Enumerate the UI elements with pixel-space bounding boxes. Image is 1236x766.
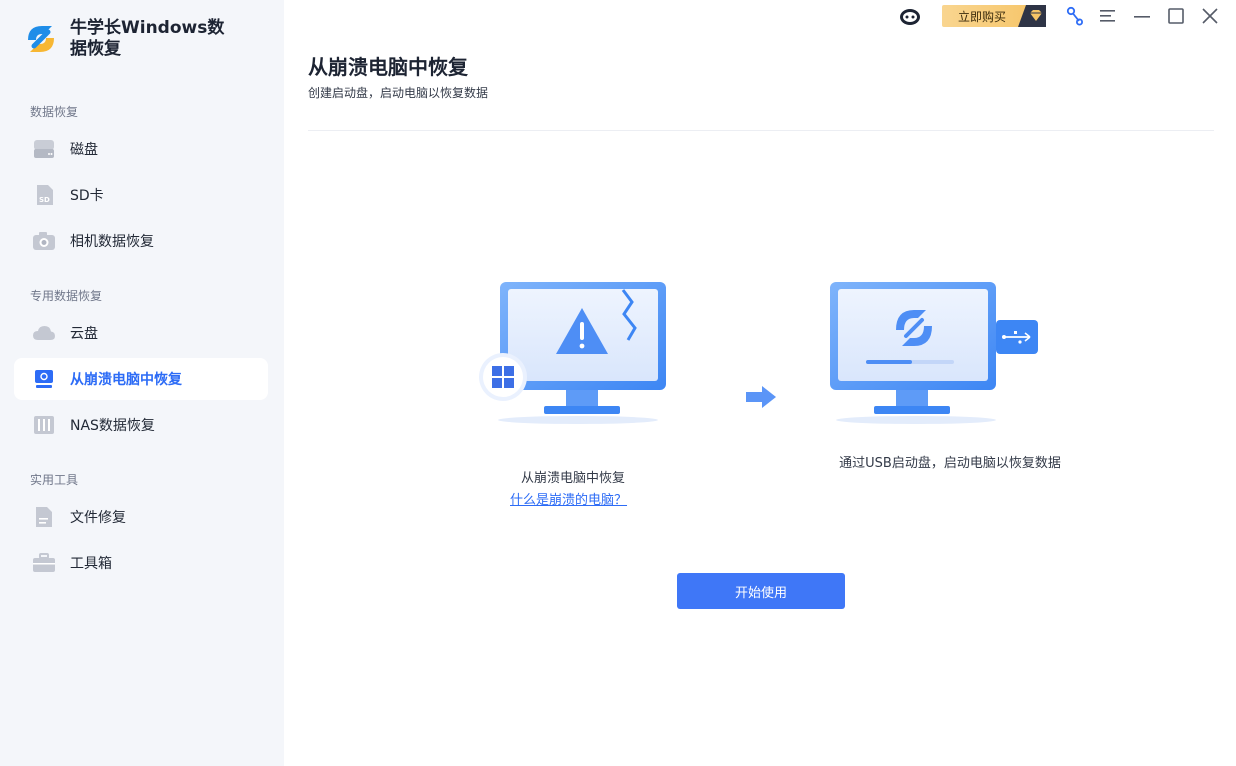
sidebar-item-label: 文件修复 [70, 510, 126, 526]
key-icon[interactable] [1062, 4, 1086, 28]
close-icon[interactable] [1198, 4, 1222, 28]
titlebar: 立即购买 [898, 4, 1222, 28]
diamond-icon [1018, 5, 1046, 27]
arrow-right-icon [746, 386, 776, 408]
sidebar-item-label: 相机数据恢复 [70, 234, 154, 250]
file-repair-icon [32, 505, 56, 529]
cloud-icon [32, 321, 56, 345]
nas-icon [32, 413, 56, 437]
sidebar-item-file-repair[interactable]: 文件修复 [14, 496, 268, 538]
crashed-computer-icon [32, 367, 56, 391]
camera-icon [32, 229, 56, 253]
buy-now-button[interactable]: 立即购买 [942, 5, 1046, 27]
usb-boot-computer-illustration-icon [830, 282, 1038, 424]
app-name: 牛学长Windows数据恢复 [70, 18, 225, 59]
sidebar-item-label: 从崩溃电脑中恢复 [70, 372, 182, 388]
step2-caption: 通过USB启动盘，启动电脑以恢复数据 [839, 456, 1061, 471]
header-divider [308, 130, 1214, 131]
step1-caption: 从崩溃电脑中恢复 [520, 471, 625, 486]
sidebar-item-camera[interactable]: 相机数据恢复 [14, 220, 268, 262]
page-subtitle: 创建启动盘，启动电脑以恢复数据 [308, 86, 489, 100]
sidebar: 牛学长Windows数据恢复 数据恢复 磁盘 SD SD卡 相机数据恢复 专用数… [0, 0, 284, 766]
page-title: 从崩溃电脑中恢复 [308, 55, 468, 79]
sidebar-item-label: 磁盘 [70, 142, 98, 158]
support-robot-icon[interactable] [898, 4, 922, 28]
section-title-special-recovery: 专用数据恢复 [30, 289, 103, 303]
sidebar-item-label: NAS数据恢复 [70, 418, 155, 434]
sidebar-item-cloud[interactable]: 云盘 [14, 312, 268, 354]
sidebar-item-label: 云盘 [70, 326, 98, 342]
maximize-icon[interactable] [1164, 4, 1188, 28]
what-is-crashed-computer-link[interactable]: 什么是崩溃的电脑？ [510, 489, 627, 508]
disk-icon [32, 137, 56, 161]
svg-text:SD: SD [39, 196, 50, 204]
sd-card-icon: SD [32, 183, 56, 207]
sidebar-item-crashed-computer[interactable]: 从崩溃电脑中恢复 [14, 358, 268, 400]
sidebar-item-sd-card[interactable]: SD SD卡 [14, 174, 268, 216]
toolbox-icon [32, 551, 56, 575]
buy-now-label: 立即购买 [958, 9, 1007, 24]
menu-icon[interactable] [1096, 4, 1120, 28]
crashed-computer-illustration-icon [479, 282, 666, 424]
app-logo-icon [28, 26, 54, 52]
section-title-tools: 实用工具 [30, 473, 79, 487]
section-title-data-recovery: 数据恢复 [30, 105, 79, 119]
start-button[interactable]: 开始使用 [677, 573, 845, 609]
sidebar-item-label: 工具箱 [70, 556, 112, 572]
brand: 牛学长Windows数据恢复 [22, 18, 240, 60]
sidebar-item-toolbox[interactable]: 工具箱 [14, 542, 268, 584]
sidebar-item-label: SD卡 [70, 188, 104, 204]
minimize-icon[interactable] [1130, 4, 1154, 28]
sidebar-item-disk[interactable]: 磁盘 [14, 128, 268, 170]
sidebar-item-nas[interactable]: NAS数据恢复 [14, 404, 268, 446]
